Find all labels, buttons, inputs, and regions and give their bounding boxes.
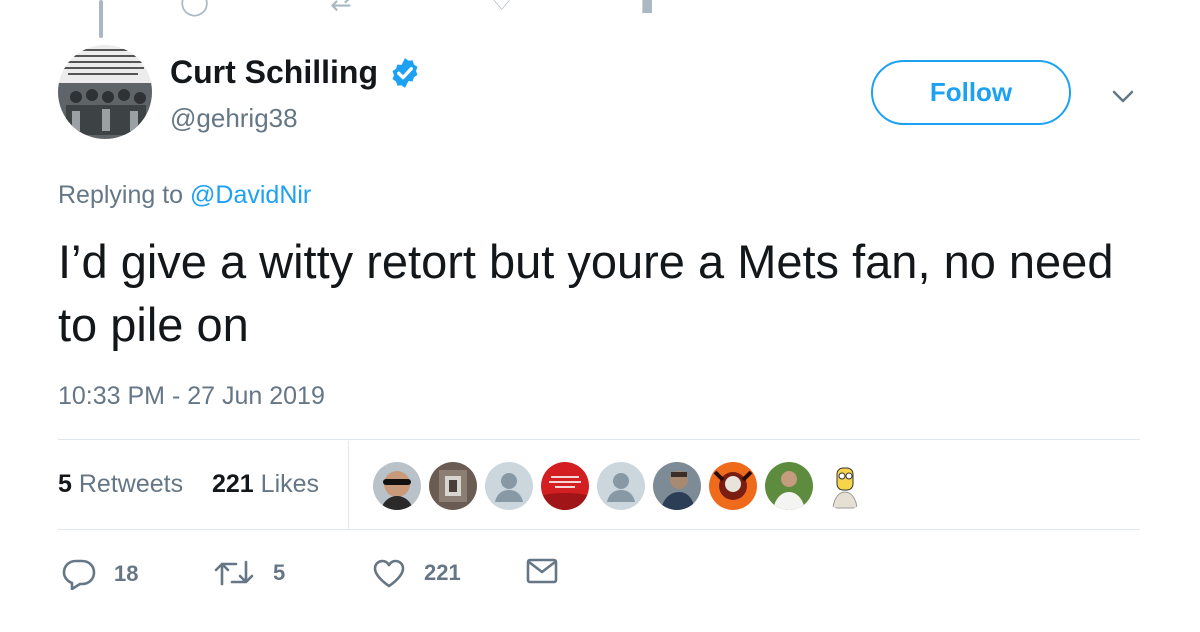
liker-avatar-default[interactable] [597, 462, 645, 510]
reply-action[interactable]: 18 [62, 558, 138, 590]
reply-icon [62, 559, 96, 590]
liker-avatar-cartoon[interactable] [821, 462, 869, 510]
thread-connector-line [99, 0, 103, 38]
follow-button[interactable]: Follow [871, 60, 1071, 125]
heart-icon [373, 559, 405, 588]
liker-avatar-default[interactable] [485, 462, 533, 510]
tweet-timestamp[interactable]: 10:33 PM - 27 Jun 2019 [58, 382, 325, 411]
retweets-count: 5 [58, 470, 72, 498]
liker-avatar[interactable] [765, 462, 813, 510]
liker-avatar[interactable] [373, 462, 421, 510]
reply-icon[interactable]: ◯ [180, 0, 209, 17]
retweet-icon [214, 560, 254, 586]
verified-badge-icon [392, 57, 418, 88]
divider-top [58, 439, 1140, 440]
retweet-action[interactable]: 5 [213, 558, 285, 588]
like-count: 221 [424, 560, 461, 585]
liker-avatar-red-hat[interactable] [541, 462, 589, 510]
chevron-down-icon[interactable] [1110, 84, 1136, 108]
likes-count: 221 [212, 470, 254, 498]
retweets-label: Retweets [78, 470, 184, 498]
replying-to-mention[interactable]: @DavidNir [190, 181, 311, 209]
retweet-icon[interactable]: ⇄ [330, 0, 352, 17]
divider-bottom [58, 529, 1140, 530]
author-avatar[interactable] [58, 45, 152, 139]
replying-to: Replying to @DavidNir [58, 181, 311, 210]
envelope-icon [526, 558, 558, 584]
direct-message-action[interactable] [526, 558, 576, 584]
like-action[interactable]: 221 [372, 558, 461, 588]
tweet-text: I’d give a witty retort but youre a Mets… [58, 235, 1114, 351]
stats-separator [348, 441, 349, 529]
reply-count: 18 [114, 561, 139, 586]
author-handle[interactable]: @gehrig38 [170, 103, 298, 134]
retweet-count: 5 [273, 560, 286, 585]
retweets-stat[interactable]: 5 Retweets [58, 470, 183, 499]
author-name[interactable]: Curt Schilling [170, 54, 422, 91]
author-name-text[interactable]: Curt Schilling [170, 54, 378, 91]
heart-icon[interactable]: ♡ [490, 0, 513, 17]
replying-to-label: Replying to [58, 181, 191, 209]
analytics-icon[interactable]: ▮ [640, 0, 654, 17]
likes-label: Likes [260, 470, 320, 498]
liker-avatar[interactable] [653, 462, 701, 510]
likes-stat[interactable]: 221 Likes [212, 470, 319, 499]
liker-avatar[interactable] [429, 462, 477, 510]
liker-avatar[interactable] [709, 462, 757, 510]
